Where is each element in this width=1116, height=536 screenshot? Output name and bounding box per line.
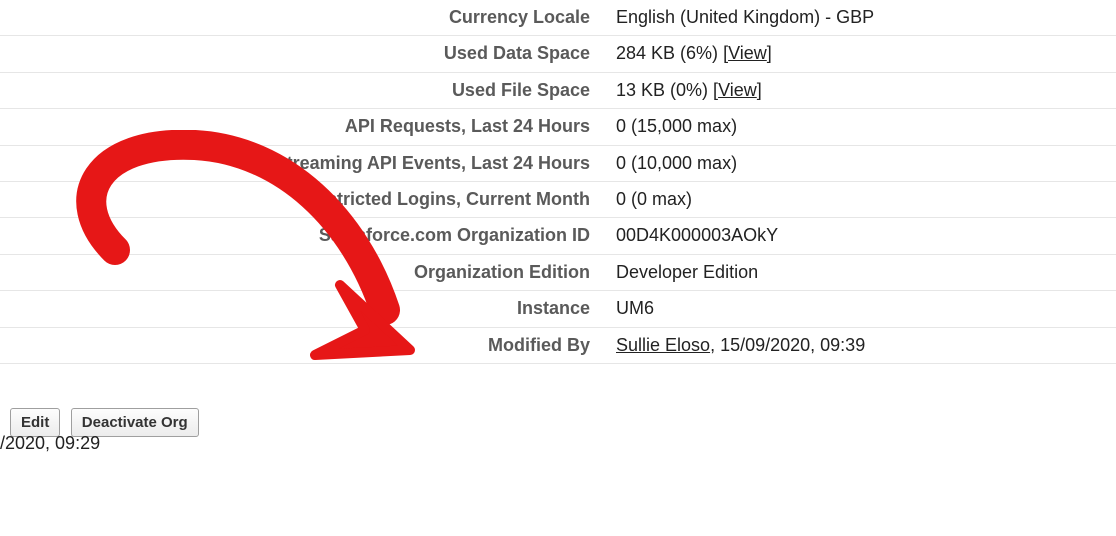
bracket-close: ] xyxy=(767,43,772,63)
row-org-id: Salesforce.com Organization ID 00D4K0000… xyxy=(0,218,1116,254)
row-used-file-space: Used File Space 13 KB (0%) [View] xyxy=(0,73,1116,109)
row-used-data-space: Used Data Space 284 KB (6%) [View] xyxy=(0,36,1116,72)
org-detail-page: Currency Locale English (United Kingdom)… xyxy=(0,0,1116,536)
value-restricted-logins: 0 (0 max) xyxy=(600,182,1116,217)
label-restricted-logins: estricted Logins, Current Month xyxy=(0,182,600,217)
link-modified-by-user[interactable]: Sullie Eloso xyxy=(616,335,710,355)
detail-table: Currency Locale English (United Kingdom)… xyxy=(0,0,1116,364)
text-used-data-space: 284 KB (6%) xyxy=(616,43,723,63)
label-instance: Instance xyxy=(0,291,600,326)
text-used-file-space: 13 KB (0%) xyxy=(616,80,713,100)
value-org-edition: Developer Edition xyxy=(600,255,1116,290)
text-modified-by-date: , 15/09/2020, 09:39 xyxy=(710,335,865,355)
button-bar: Edit Deactivate Org xyxy=(0,394,1116,451)
label-modified-by: Modified By xyxy=(0,328,600,363)
value-streaming-api: 0 (10,000 max) xyxy=(600,146,1116,181)
row-modified-by: Modified By Sullie Eloso, 15/09/2020, 09… xyxy=(0,328,1116,364)
value-modified-by: Sullie Eloso, 15/09/2020, 09:39 xyxy=(600,328,1116,363)
label-used-data-space: Used Data Space xyxy=(0,36,600,71)
created-date-fragment: /2020, 09:29 xyxy=(0,433,100,454)
label-api-requests: API Requests, Last 24 Hours xyxy=(0,109,600,144)
value-org-id: 00D4K000003AOkY xyxy=(600,218,1116,253)
link-view-file-space[interactable]: View xyxy=(718,80,757,100)
label-org-edition: Organization Edition xyxy=(0,255,600,290)
link-view-data-space[interactable]: View xyxy=(728,43,767,63)
value-currency-locale: English (United Kingdom) - GBP xyxy=(600,0,1116,35)
row-api-requests: API Requests, Last 24 Hours 0 (15,000 ma… xyxy=(0,109,1116,145)
row-streaming-api: Streaming API Events, Last 24 Hours 0 (1… xyxy=(0,146,1116,182)
label-used-file-space: Used File Space xyxy=(0,73,600,108)
label-streaming-api: Streaming API Events, Last 24 Hours xyxy=(0,146,600,181)
value-api-requests: 0 (15,000 max) xyxy=(600,109,1116,144)
value-used-file-space: 13 KB (0%) [View] xyxy=(600,73,1116,108)
row-instance: Instance UM6 xyxy=(0,291,1116,327)
row-restricted-logins: estricted Logins, Current Month 0 (0 max… xyxy=(0,182,1116,218)
value-used-data-space: 284 KB (6%) [View] xyxy=(600,36,1116,71)
row-currency-locale: Currency Locale English (United Kingdom)… xyxy=(0,0,1116,36)
row-org-edition: Organization Edition Developer Edition xyxy=(0,255,1116,291)
label-currency-locale: Currency Locale xyxy=(0,0,600,35)
bracket-close: ] xyxy=(757,80,762,100)
value-instance: UM6 xyxy=(600,291,1116,326)
label-org-id: Salesforce.com Organization ID xyxy=(0,218,600,253)
